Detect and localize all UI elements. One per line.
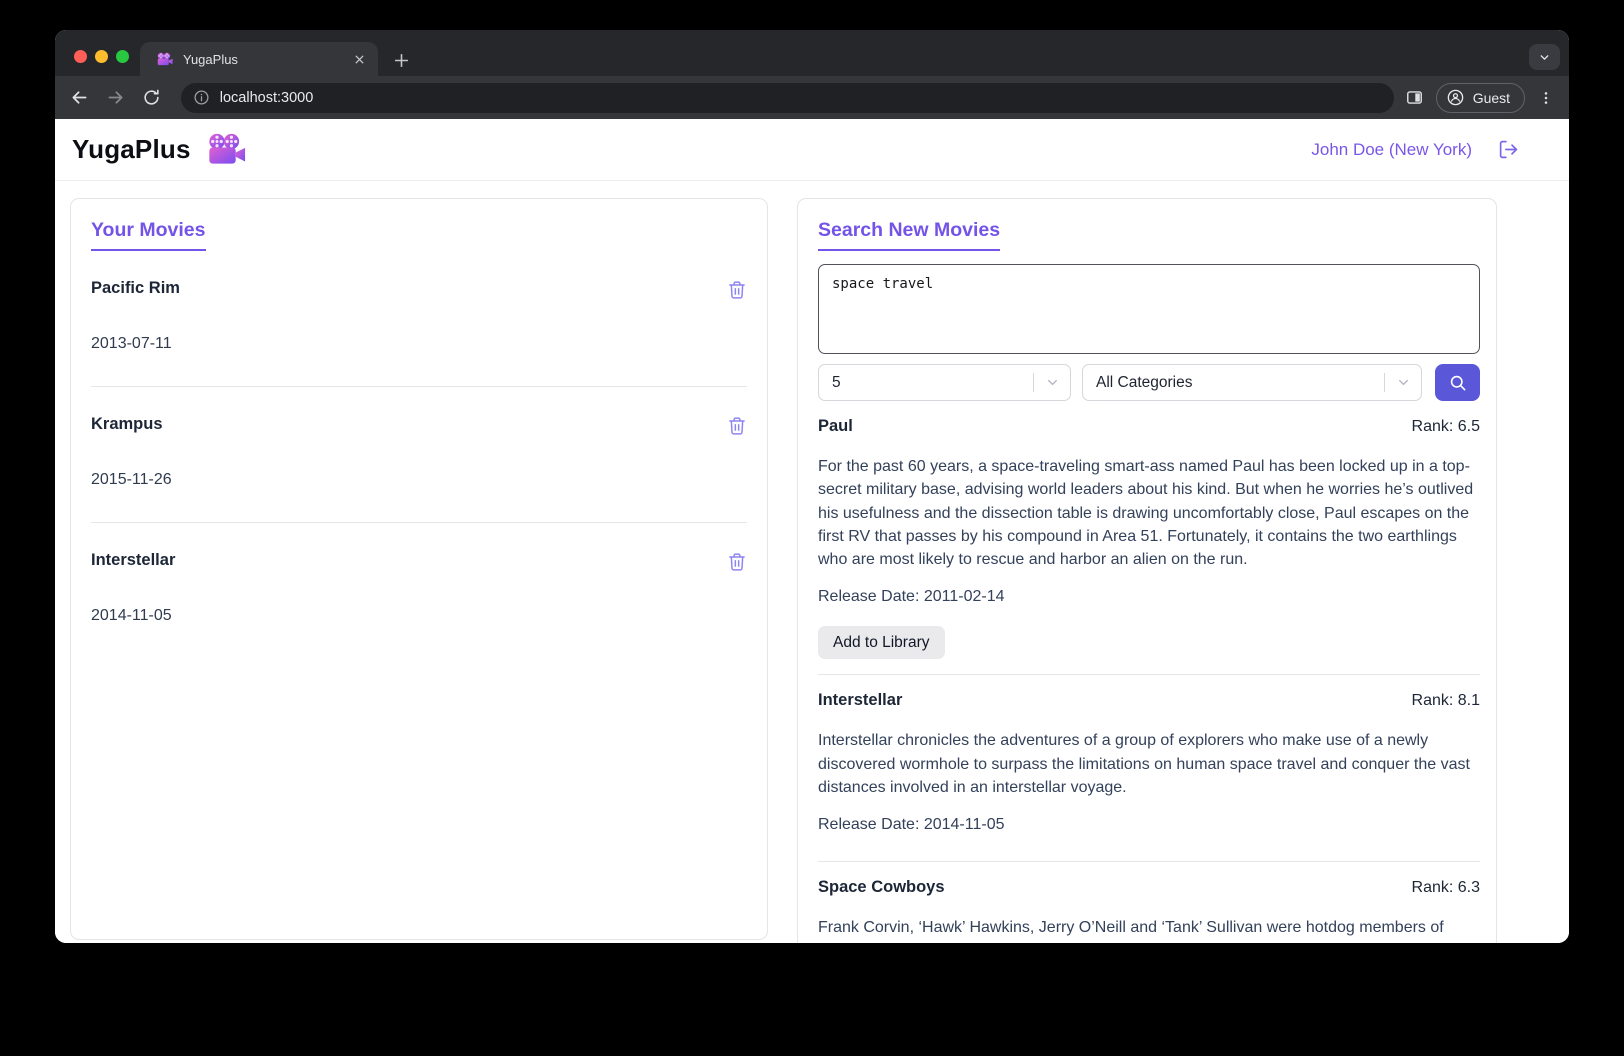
- result-title: Interstellar: [818, 691, 903, 710]
- tab-title: YugaPlus: [183, 51, 238, 67]
- app-header: YugaPlus John Doe (New York): [55, 119, 1569, 181]
- site-info-icon[interactable]: [193, 89, 210, 106]
- tab-close-icon[interactable]: [350, 50, 368, 68]
- browser-menu-kebab-icon[interactable]: [1531, 83, 1561, 113]
- result-divider: [818, 861, 1480, 863]
- movie-camera-logo-icon: [208, 133, 245, 164]
- movie-title: Interstellar: [91, 551, 176, 569]
- browser-window: YugaPlus localhost:3000 Guest YugaPlus J…: [55, 30, 1569, 943]
- page-content: YugaPlus John Doe (New York) Your Movies…: [55, 119, 1569, 943]
- search-result-item: Paul Rank: 6.5 For the past 60 years, a …: [818, 417, 1480, 676]
- result-rank: Rank: 6.3: [1411, 879, 1480, 897]
- traffic-lights: [74, 50, 129, 63]
- result-release-date: Release Date: 2014-11-05: [818, 816, 1005, 834]
- result-limit-value: 5: [832, 373, 841, 391]
- search-panel: Search New Movies space travel 5 All Cat…: [797, 198, 1497, 943]
- result-description: Frank Corvin, ‘Hawk’ Hawkins, Jerry O’Ne…: [818, 919, 1444, 943]
- tab-search-chevron-icon[interactable]: [1529, 44, 1560, 70]
- library-movie-item: Interstellar 2014-11-05: [91, 551, 747, 625]
- library-movie-item: Krampus 2015-11-26: [91, 415, 747, 523]
- result-description: Interstellar chronicles the adventures o…: [818, 732, 1470, 797]
- search-button[interactable]: [1435, 364, 1480, 401]
- brand: YugaPlus: [72, 133, 246, 167]
- result-rank: Rank: 6.5: [1411, 418, 1480, 435]
- movie-date: 2015-11-26: [91, 471, 172, 488]
- minimize-window-button[interactable]: [95, 50, 108, 63]
- zoom-window-button[interactable]: [116, 50, 129, 63]
- logout-icon[interactable]: [1498, 139, 1519, 160]
- trash-icon[interactable]: [727, 279, 747, 304]
- your-movies-panel: Your Movies Pacific Rim 2013-07-11 Kramp…: [70, 198, 768, 940]
- profile-guest-button[interactable]: Guest: [1435, 82, 1526, 113]
- library-movie-item: Pacific Rim 2013-07-11: [91, 279, 747, 387]
- url-text: localhost:3000: [219, 89, 314, 106]
- movie-title: Krampus: [91, 415, 163, 433]
- guest-label: Guest: [1472, 89, 1511, 106]
- tab-yugaplus[interactable]: YugaPlus: [140, 42, 378, 76]
- new-tab-button[interactable]: [389, 48, 413, 72]
- back-icon[interactable]: [65, 83, 95, 113]
- tab-strip: YugaPlus: [55, 30, 1569, 76]
- main-columns: Your Movies Pacific Rim 2013-07-11 Kramp…: [55, 181, 1569, 943]
- search-result-item: Interstellar Rank: 8.1 Interstellar chro…: [818, 691, 1480, 863]
- search-controls: 5 All Categories: [818, 364, 1480, 401]
- chevron-down-icon: [1034, 375, 1070, 390]
- result-release-date: Release Date: 2011-02-14: [818, 588, 1005, 606]
- close-window-button[interactable]: [74, 50, 87, 63]
- trash-icon[interactable]: [727, 415, 747, 440]
- results-list: Paul Rank: 6.5 For the past 60 years, a …: [818, 417, 1480, 943]
- movie-date: 2013-07-11: [91, 335, 172, 352]
- add-to-library-button[interactable]: Add to Library: [818, 626, 945, 660]
- search-result-item: Space Cowboys Rank: 6.3 Frank Corvin, ‘H…: [818, 878, 1480, 943]
- app-title: YugaPlus: [72, 134, 191, 164]
- movie-divider: [91, 386, 747, 387]
- movie-title: Pacific Rim: [91, 279, 180, 297]
- user-profile-link[interactable]: John Doe (New York): [1311, 140, 1472, 160]
- result-limit-select[interactable]: 5: [818, 364, 1071, 401]
- guest-avatar-icon: [1447, 89, 1464, 106]
- browser-toolbar: localhost:3000 Guest: [55, 76, 1569, 119]
- movie-date: 2014-11-05: [91, 607, 172, 624]
- url-bar[interactable]: localhost:3000: [180, 82, 1394, 113]
- your-movies-title: Your Movies: [91, 219, 206, 251]
- chevron-down-icon: [1385, 375, 1421, 390]
- result-description: For the past 60 years, a space-traveling…: [818, 458, 1474, 569]
- account-area: John Doe (New York): [1311, 139, 1519, 160]
- category-select[interactable]: All Categories: [1082, 364, 1422, 401]
- magnifier-icon: [1450, 375, 1465, 390]
- side-panel-icon[interactable]: [1400, 83, 1430, 113]
- result-title: Paul: [818, 417, 853, 435]
- search-title: Search New Movies: [818, 219, 1001, 251]
- result-title: Space Cowboys: [818, 878, 945, 897]
- tab-favicon-movie-camera-icon: [157, 52, 173, 65]
- library-list: Pacific Rim 2013-07-11 Krampus 2015-11-2…: [91, 279, 747, 625]
- search-query-textarea[interactable]: space travel: [818, 264, 1480, 354]
- category-value: All Categories: [1096, 373, 1193, 391]
- forward-icon[interactable]: [101, 83, 131, 113]
- reload-icon[interactable]: [137, 83, 167, 113]
- trash-icon[interactable]: [727, 551, 747, 576]
- movie-divider: [91, 522, 747, 523]
- desktop-background: YugaPlus localhost:3000 Guest YugaPlus J…: [0, 0, 1624, 1056]
- result-divider: [818, 674, 1480, 676]
- result-rank: Rank: 8.1: [1411, 692, 1480, 710]
